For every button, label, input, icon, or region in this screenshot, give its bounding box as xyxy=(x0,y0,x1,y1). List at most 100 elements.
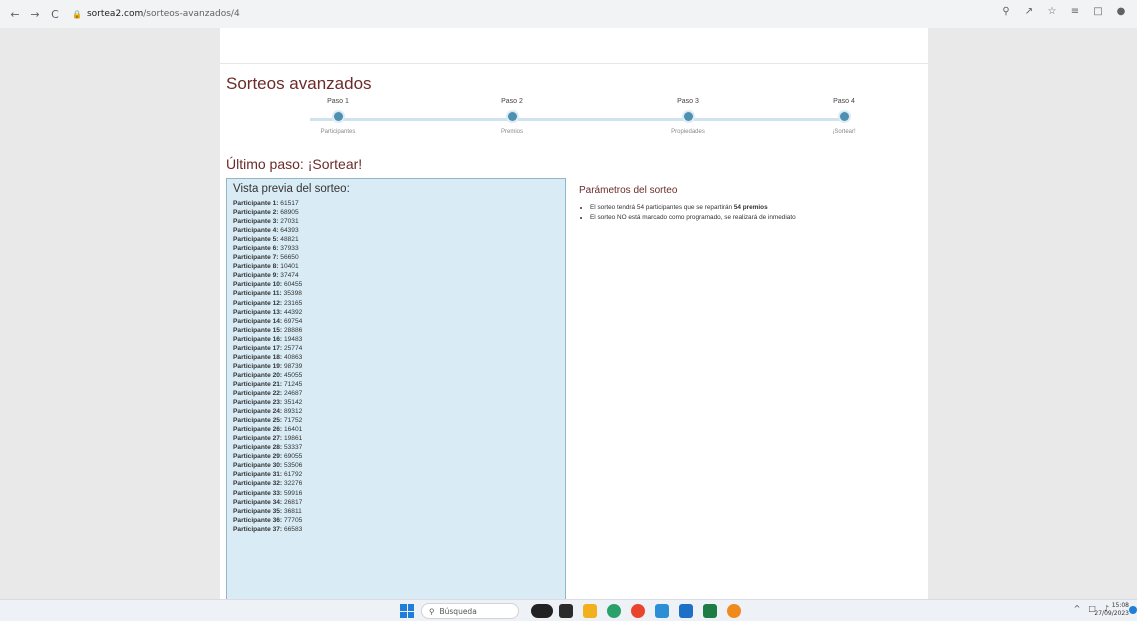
participant-item: Participante 28: 53337 xyxy=(233,443,559,452)
participant-value: 40863 xyxy=(283,353,303,361)
participant-label: Participante 13: xyxy=(233,308,283,316)
draw-preview-panel[interactable]: Vista previa del sorteo: Participante 1:… xyxy=(226,178,566,608)
participant-label: Participante 7: xyxy=(233,254,279,262)
chrome-icon[interactable] xyxy=(631,604,645,618)
share-icon[interactable]: ↗ xyxy=(1023,6,1035,17)
participant-label: Participante 25: xyxy=(233,417,283,425)
page-title: Sorteos avanzados xyxy=(226,74,372,93)
participant-value: 71752 xyxy=(283,417,303,425)
param-prizes: 54 premios xyxy=(733,204,768,211)
reload-button[interactable]: C xyxy=(48,7,62,21)
participant-value: 53506 xyxy=(283,462,303,470)
list-icon[interactable]: ≡ xyxy=(1069,6,1081,17)
step-1[interactable]: Paso 1 Participantes xyxy=(308,98,368,135)
participant-value: 37933 xyxy=(280,245,299,253)
step-sub-label: Propiedades xyxy=(671,129,705,135)
participant-label: Participante 9: xyxy=(233,272,279,280)
participant-label: Participante 31: xyxy=(233,471,283,479)
participant-value: 37474 xyxy=(280,272,299,280)
participant-value: 48821 xyxy=(280,236,299,244)
step-3[interactable]: Paso 3 Propiedades xyxy=(658,98,718,135)
profile-icon[interactable]: ● xyxy=(1115,6,1127,17)
preview-title: Vista previa del sorteo: xyxy=(233,183,350,195)
participant-item: Participante 25: 71752 xyxy=(233,416,559,425)
participant-value: 10401 xyxy=(280,263,299,271)
forward-button[interactable]: → xyxy=(28,7,42,21)
step-label: Paso 3 xyxy=(677,98,699,105)
participant-label: Participante 16: xyxy=(233,335,283,343)
participant-item: Participante 24: 89312 xyxy=(233,407,559,416)
file-explorer-icon[interactable] xyxy=(583,604,597,618)
step-sub-label: Participantes xyxy=(320,129,356,135)
participant-label: Participante 2: xyxy=(233,209,279,217)
participant-value: 61792 xyxy=(283,471,303,479)
task-view-icon[interactable] xyxy=(559,604,573,618)
search-icon: ⚲ xyxy=(429,606,435,616)
participant-value: 44392 xyxy=(283,308,303,316)
clock-date: 27/09/2023 xyxy=(1094,610,1129,617)
notification-icon[interactable] xyxy=(1129,606,1137,614)
participant-value: 77705 xyxy=(283,516,303,524)
participant-item: Participante 19: 98739 xyxy=(233,362,559,371)
taskbar: ⚲ Búsqueda ^ □ ♪ 15:08 27/09/2023 xyxy=(0,599,1137,621)
param-text: El sorteo tendrá 54 participantes que se… xyxy=(590,204,734,211)
search-label: Búsqueda xyxy=(439,606,477,616)
participant-label: Participante 36: xyxy=(233,516,283,524)
chevron-up-icon[interactable]: ^ xyxy=(1074,604,1081,613)
participant-value: 66583 xyxy=(283,525,303,533)
participant-item: Participante 34: 26817 xyxy=(233,498,559,507)
clock[interactable]: 15:08 27/09/2023 xyxy=(1094,602,1129,618)
participant-item: Participante 31: 61792 xyxy=(233,470,559,479)
participant-value: 45055 xyxy=(283,371,303,379)
participant-value: 69754 xyxy=(283,317,303,325)
step-sub-label: Premios xyxy=(500,129,523,135)
url-domain: sortea2.com xyxy=(86,9,144,19)
widget-icon[interactable] xyxy=(531,604,553,618)
app-icon[interactable] xyxy=(727,604,741,618)
step-4[interactable]: Paso 4 ¡Sortear! xyxy=(814,98,874,135)
participant-value: 25774 xyxy=(283,344,303,352)
stepper: Paso 1 Participantes Paso 2 Premios Paso… xyxy=(226,98,856,140)
participant-label: Participante 22: xyxy=(233,389,283,397)
participant-value: 35398 xyxy=(283,290,302,298)
participant-label: Participante 3: xyxy=(233,218,279,226)
participant-value: 56650 xyxy=(280,254,299,262)
participant-value: 16401 xyxy=(283,426,303,434)
participant-item: Participante 12: 23165 xyxy=(233,299,559,308)
params-list: El sorteo tendrá 54 participantes que se… xyxy=(579,203,919,223)
param-item: El sorteo NO está marcado como programad… xyxy=(590,213,919,223)
participant-item: Participante 15: 28886 xyxy=(233,326,559,335)
participant-item: Participante 33: 59916 xyxy=(233,489,559,498)
draw-parameters: Parámetros del sorteo El sorteo tendrá 5… xyxy=(579,185,919,223)
participant-item: Participante 13: 44392 xyxy=(233,308,559,317)
participant-label: Participante 5: xyxy=(233,236,279,244)
step-2[interactable]: Paso 2 Premios xyxy=(482,98,542,135)
participant-label: Participante 24: xyxy=(233,408,283,416)
participant-label: Participante 32: xyxy=(233,480,283,488)
windows-start-icon[interactable] xyxy=(400,604,414,618)
taskbar-search[interactable]: ⚲ Búsqueda xyxy=(421,603,519,619)
last-step-title: Último paso: ¡Sortear! xyxy=(226,156,363,172)
participant-value: 69055 xyxy=(283,453,303,461)
participant-item: Participante 30: 53506 xyxy=(233,461,559,470)
sidebar-icon[interactable]: □ xyxy=(1092,6,1104,17)
step-label: Paso 4 xyxy=(833,98,855,105)
mail-icon[interactable] xyxy=(679,604,693,618)
participant-item: Participante 8: 10401 xyxy=(233,262,559,271)
step-dot xyxy=(839,112,849,121)
zoom-icon[interactable]: ⚲ xyxy=(1000,6,1012,17)
star-icon[interactable]: ☆ xyxy=(1046,6,1058,17)
edge-icon[interactable] xyxy=(607,604,621,618)
participant-value: 27031 xyxy=(280,218,299,226)
clock-time: 15:08 xyxy=(1111,602,1129,609)
address-bar[interactable]: 🔒 sortea2.com/sorteos-avanzados/4 xyxy=(72,4,240,24)
excel-icon[interactable] xyxy=(703,604,717,618)
participant-value: 19483 xyxy=(283,335,303,343)
store-icon[interactable] xyxy=(655,604,669,618)
participant-item: Participante 36: 77705 xyxy=(233,516,559,525)
participant-value: 35142 xyxy=(283,399,303,407)
participant-item: Participante 7: 56650 xyxy=(233,253,559,262)
participant-item: Participante 20: 45055 xyxy=(233,371,559,380)
browser-actions: ⚲ ↗ ☆ ≡ □ ● xyxy=(1000,6,1127,17)
back-button[interactable]: ← xyxy=(8,7,22,21)
